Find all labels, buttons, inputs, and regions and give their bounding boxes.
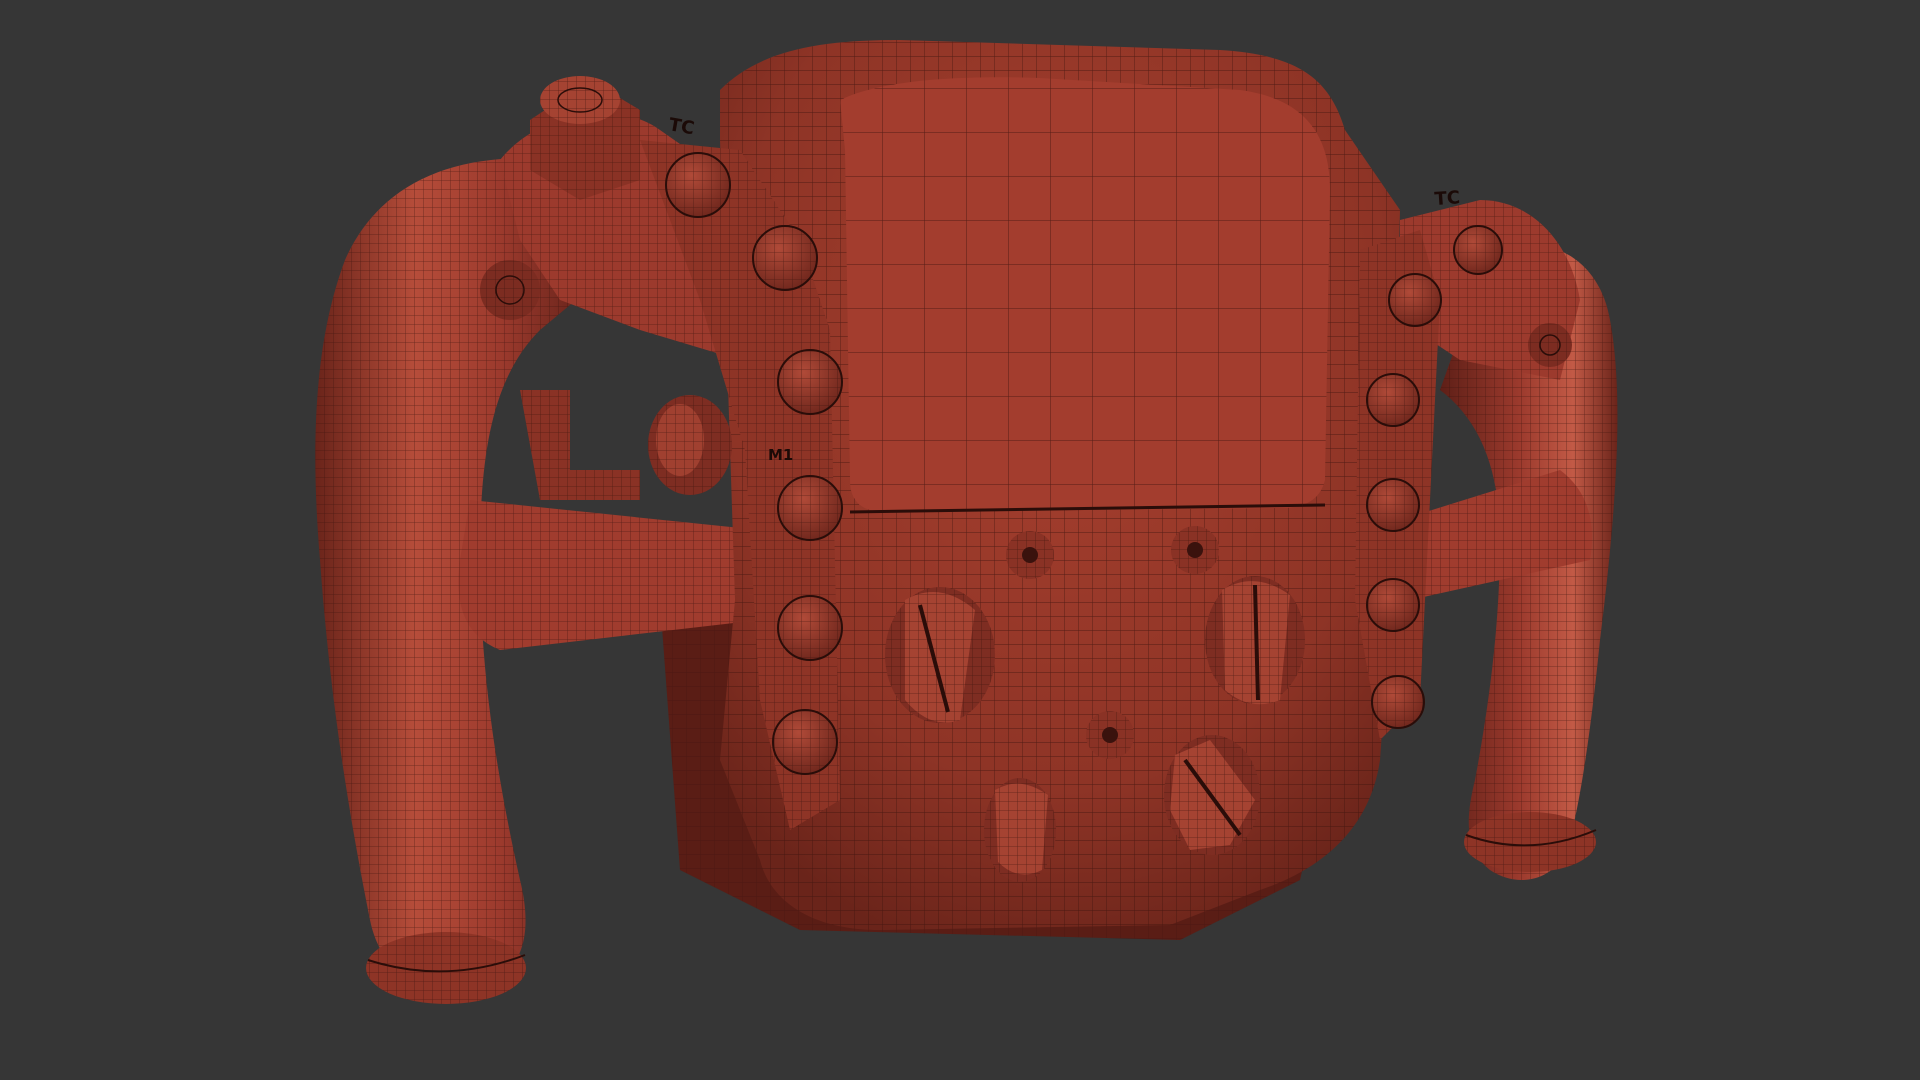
screw-boss [1086, 711, 1134, 759]
push-button [1366, 578, 1420, 632]
rotary-dial-right [1205, 576, 1305, 705]
push-button [1388, 273, 1442, 327]
push-button [777, 475, 843, 541]
push-button [772, 709, 838, 775]
push-button [777, 349, 843, 415]
rotary-dial-left [885, 587, 995, 723]
rotary-dial-bottom-left [984, 778, 1056, 882]
label-tc-right: TC [1434, 187, 1461, 210]
screw-boss [1006, 531, 1054, 579]
push-button [1453, 225, 1503, 275]
label-m1: M1 [768, 446, 793, 464]
rotary-dial-bottom-right [1164, 735, 1260, 855]
screw-boss [1171, 526, 1219, 574]
push-button [1366, 478, 1420, 532]
3d-viewport: TC TC M1 [0, 0, 1920, 1080]
push-button [1371, 675, 1425, 729]
push-button [665, 152, 731, 218]
label-tc-left: TC [667, 114, 696, 139]
push-button [777, 595, 843, 661]
push-button [1366, 373, 1420, 427]
steering-wheel-render: TC TC M1 [315, 40, 1618, 1004]
display-panel [840, 77, 1330, 514]
left-side-rotary [648, 395, 732, 495]
push-button [752, 225, 818, 291]
